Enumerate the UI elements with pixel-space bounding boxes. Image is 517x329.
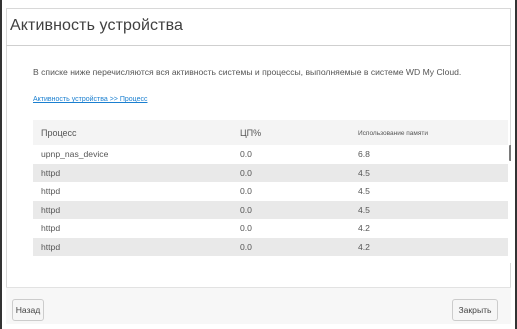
table-header: Процесс ЦП% Использование памяти	[33, 120, 508, 145]
table-row: httpd 0.0 4.5	[33, 163, 508, 182]
close-button[interactable]: Закрыть	[452, 299, 498, 321]
cell-process: httpd	[41, 186, 61, 196]
cell-memory: 4.2	[358, 241, 370, 252]
cell-process: httpd	[41, 241, 61, 252]
cell-cpu: 0.0	[240, 204, 252, 215]
dialog-footer	[6, 287, 511, 324]
column-header-memory[interactable]: Использование памяти	[358, 130, 428, 137]
breadcrumb-link[interactable]: Активность устройства >> Процесс	[33, 96, 147, 103]
table-row: httpd 0.0 4.5	[33, 200, 508, 219]
column-header-cpu[interactable]: ЦП%	[240, 128, 261, 138]
table-scrollbar-thumb[interactable]	[509, 145, 511, 161]
cell-process: httpd	[41, 223, 61, 233]
cell-cpu: 0.0	[240, 223, 252, 233]
cell-memory: 4.2	[358, 223, 370, 233]
cell-memory: 4.5	[358, 186, 370, 196]
cell-cpu: 0.0	[240, 149, 252, 159]
cell-memory: 4.5	[358, 167, 370, 178]
cell-cpu: 0.0	[240, 241, 252, 252]
process-table: Процесс ЦП% Использование памяти upnp_na…	[33, 120, 511, 263]
cell-process: httpd	[41, 167, 61, 178]
cell-process: httpd	[41, 204, 61, 215]
table-row: httpd 0.0 4.5	[33, 182, 508, 201]
table-row: httpd 0.0 4.2	[33, 237, 508, 256]
title-divider	[6, 45, 511, 46]
dialog-title: Активность устройства	[10, 17, 183, 34]
table-row: httpd 0.0 4.2	[33, 219, 508, 238]
cell-cpu: 0.0	[240, 186, 252, 196]
cell-memory: 6.8	[358, 149, 370, 159]
table-row: upnp_nas_device 0.0 6.8	[33, 145, 508, 164]
dialog-description: В списке ниже перечисляются вся активнос…	[33, 67, 462, 77]
window-border-left	[0, 0, 2, 329]
window-frame: Активность устройства В списке ниже пере…	[0, 0, 517, 329]
back-button[interactable]: Назад	[12, 299, 44, 321]
cell-process: upnp_nas_device	[41, 149, 109, 159]
cell-cpu: 0.0	[240, 167, 252, 178]
cell-memory: 4.5	[358, 204, 370, 215]
table-scrollbar-track[interactable]	[509, 145, 511, 263]
column-header-process[interactable]: Процесс	[41, 128, 77, 138]
